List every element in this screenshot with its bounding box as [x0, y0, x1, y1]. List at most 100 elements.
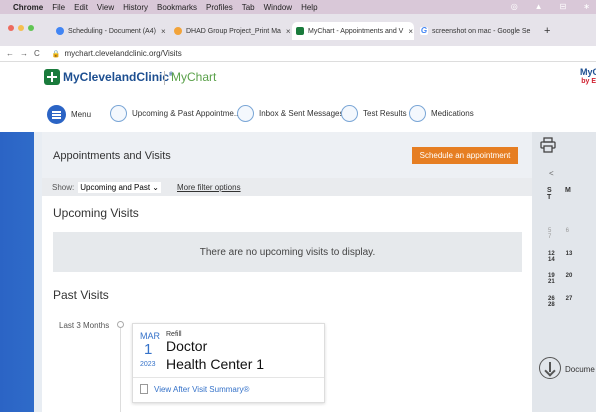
documents-label[interactable]: Docume: [565, 365, 595, 374]
close-tab-icon[interactable]: ×: [161, 27, 166, 36]
calendar-day[interactable]: 21: [548, 279, 564, 285]
filter-bar: Show: Upcoming and Past ⌄ More filter op…: [42, 178, 532, 196]
zoom-window-icon[interactable]: [28, 25, 34, 31]
tab-label: DHAD Group Project_Print Ma: [186, 27, 281, 35]
visit-year: 2023: [140, 361, 156, 368]
browser-tab-bar: Scheduling - Document (A4) × DHAD Group …: [0, 14, 596, 46]
weekday-label: T: [547, 194, 552, 201]
menu-help[interactable]: Help: [301, 3, 317, 12]
url-field[interactable]: mychart.clevelandclinic.org/Visits: [65, 49, 182, 58]
close-window-icon[interactable]: [8, 25, 14, 31]
empty-message: There are no upcoming visits to display.: [199, 246, 376, 258]
menu-button[interactable]: Menu: [47, 105, 91, 124]
epic-text: by E: [581, 78, 596, 85]
menu-window[interactable]: Window: [264, 3, 292, 12]
bluetooth-icon[interactable]: ∗: [583, 2, 590, 11]
browser-tab-active[interactable]: MyChart - Appointments and V ×: [292, 22, 414, 40]
status-icon[interactable]: ⊟: [560, 2, 567, 11]
cleveland-clinic-logo-icon[interactable]: [44, 69, 60, 85]
corner-text: MyC: [580, 68, 596, 77]
menu-profiles[interactable]: Profiles: [206, 3, 233, 12]
nav-label: Inbox & Sent Messages: [259, 109, 344, 118]
hamburger-menu-icon: [47, 105, 66, 124]
menu-view[interactable]: View: [97, 3, 114, 12]
card-divider: [133, 377, 324, 378]
visit-location: Health Center 1: [166, 356, 265, 372]
upcoming-empty-state: There are no upcoming visits to display.: [53, 232, 522, 272]
more-filter-options-link[interactable]: More filter options: [177, 183, 241, 192]
status-icon[interactable]: ◎: [511, 2, 518, 11]
show-filter-value: Upcoming and Past: [80, 182, 151, 192]
menu-file[interactable]: File: [52, 3, 65, 12]
google-icon: G: [420, 26, 428, 35]
visit-provider[interactable]: Doctor: [166, 338, 207, 354]
visit-card[interactable]: MAR 1 2023 Refill Doctor Health Center 1…: [132, 323, 325, 403]
safari-compass-icon: [56, 27, 64, 35]
upcoming-visits-heading: Upcoming Visits: [53, 206, 139, 220]
mychart-favicon-icon: [296, 27, 304, 35]
download-icon[interactable]: [539, 357, 561, 379]
page-title: Appointments and Visits: [53, 150, 171, 162]
mychart-logo-text[interactable]: MyChart: [171, 70, 216, 84]
calendar-day[interactable]: 20: [566, 273, 582, 279]
calendar-icon: [110, 105, 127, 122]
calendar-prev-button[interactable]: <: [549, 169, 554, 178]
figma-icon: [174, 27, 182, 35]
menu-label: Menu: [71, 110, 92, 119]
calendar-week-row: 26 27 28: [548, 296, 596, 308]
calendar-day[interactable]: 27: [566, 296, 582, 302]
nav-appointments[interactable]: Upcoming & Past Appointme...: [110, 105, 241, 122]
printer-icon[interactable]: [540, 137, 556, 153]
browser-tab[interactable]: G screenshot on mac - Google Se ×: [416, 22, 534, 40]
document-icon: [140, 384, 148, 394]
avs-label: View After Visit Summary®: [154, 384, 250, 394]
browser-tab[interactable]: DHAD Group Project_Print Ma ×: [170, 22, 290, 40]
main-navigation: Menu Upcoming & Past Appointme... Inbox …: [0, 96, 596, 132]
menu-edit[interactable]: Edit: [74, 3, 88, 12]
calendar-day[interactable]: 28: [548, 302, 564, 308]
past-visits-heading: Past Visits: [53, 288, 109, 302]
calendar-day[interactable]: 14: [548, 257, 564, 263]
calendar-week-row: 5 6 7: [548, 228, 596, 240]
calendar-day[interactable]: 6: [566, 228, 582, 234]
tab-label: Scheduling - Document (A4): [68, 27, 156, 35]
calendar-week-row: 12 13 14: [548, 251, 596, 263]
visit-day: 1: [144, 341, 153, 358]
pill-icon: [409, 105, 426, 122]
app-menu-chrome[interactable]: Chrome: [13, 3, 43, 12]
menu-tab[interactable]: Tab: [242, 3, 255, 12]
timeline-period-label: Last 3 Months: [59, 321, 110, 330]
nav-buttons[interactable]: ←→C: [6, 49, 46, 58]
close-tab-icon[interactable]: ×: [286, 27, 290, 36]
browser-tab[interactable]: Scheduling - Document (A4) ×: [52, 22, 168, 40]
macos-menu-bar: Chrome File Edit View History Bookmarks …: [0, 0, 596, 14]
nav-messages[interactable]: Inbox & Sent Messages: [237, 105, 344, 122]
tab-label: MyChart - Appointments and V: [308, 27, 404, 35]
visit-month: MAR: [140, 331, 160, 341]
nav-medications[interactable]: Medications: [409, 105, 474, 122]
logo-divider: [164, 71, 165, 85]
site-header: MyClevelandClinic® MyChart MyC by E: [0, 62, 596, 96]
logo-text[interactable]: MyClevelandClinic®: [63, 70, 173, 84]
menu-history[interactable]: History: [123, 3, 148, 12]
weekday-label: M: [564, 187, 571, 194]
show-filter-select[interactable]: Upcoming and Past ⌄: [78, 181, 161, 193]
calendar-day[interactable]: 7: [548, 234, 564, 240]
timeline-line: [120, 328, 121, 412]
calendar-day[interactable]: 13: [566, 251, 582, 257]
minimize-window-icon[interactable]: [18, 25, 24, 31]
visit-type: Refill: [166, 331, 182, 338]
close-tab-icon[interactable]: ×: [408, 27, 413, 36]
lock-icon[interactable]: 🔒: [52, 50, 61, 58]
schedule-appointment-button[interactable]: Schedule an appointment: [412, 147, 518, 164]
tab-label: screenshot on mac - Google Se: [432, 27, 531, 35]
status-icon[interactable]: ▲: [535, 2, 543, 11]
chevron-down-icon: ⌄: [152, 182, 159, 192]
flask-icon: [341, 105, 358, 122]
after-visit-summary-link[interactable]: View After Visit Summary®: [140, 384, 249, 394]
calendar-week-row: 19 20 21: [548, 273, 596, 285]
new-tab-button[interactable]: +: [540, 22, 554, 40]
menu-bookmarks[interactable]: Bookmarks: [157, 3, 197, 12]
nav-test-results[interactable]: Test Results: [341, 105, 407, 122]
weekday-label: S: [547, 187, 552, 194]
